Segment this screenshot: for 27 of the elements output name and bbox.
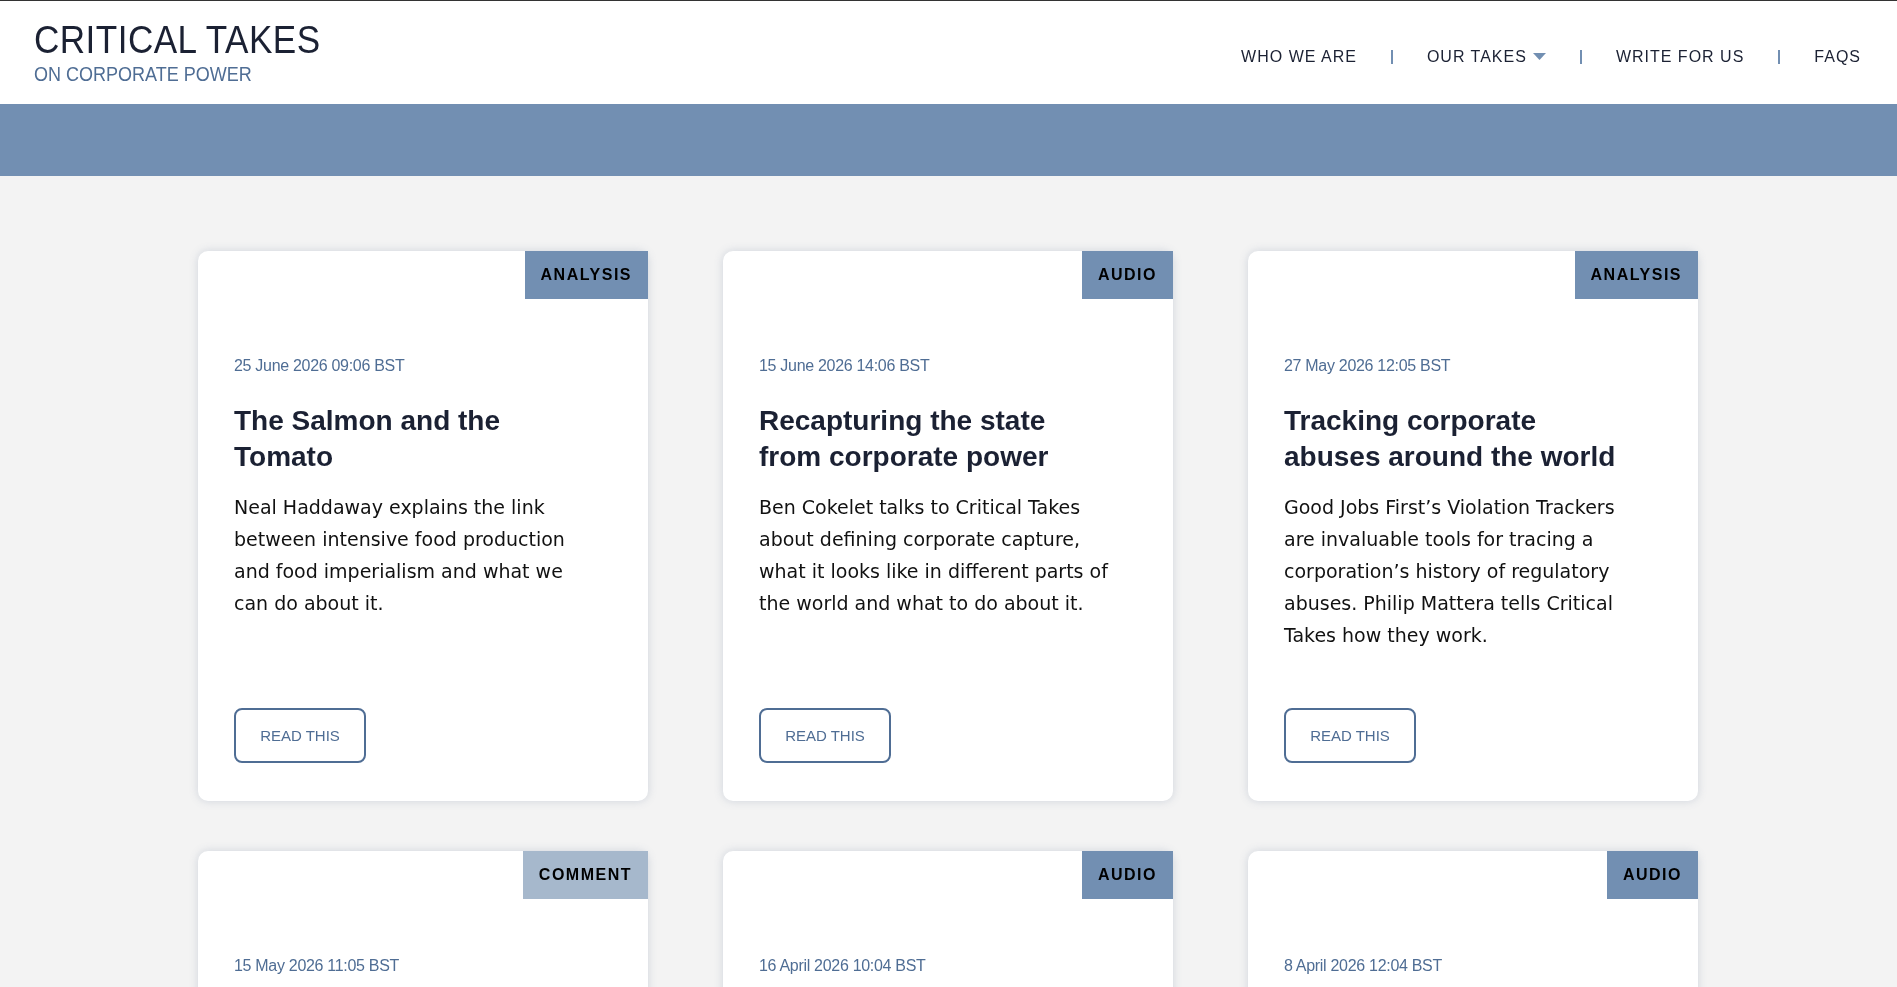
category-tag: ANALYSIS bbox=[1574, 251, 1698, 299]
category-tag: COMMENT bbox=[522, 851, 648, 899]
article-date: 15 June 2026 14:06 BST bbox=[759, 357, 931, 375]
article-summary: Ben Cokelet talks to Critical Takes about defining corporate capture, what it looks like in different parts of the world and what to do about it. bbox=[759, 495, 1110, 616]
article-date: 8 April 2026 12:04 BST bbox=[1284, 957, 1443, 975]
category-tag: AUDIO bbox=[1081, 851, 1173, 899]
article-summary: Good Jobs First’s Violation Trackers are invaluable tools for tracing a corporation’s history of regulatory abuses. Philip Mattera tells Critical Takes how they work. bbox=[1284, 495, 1616, 648]
nav-link[interactable]: FAQS bbox=[1814, 47, 1861, 66]
article-date: 25 June 2026 09:06 BST bbox=[234, 357, 406, 375]
article-title[interactable]: The Salmon and the Tomato bbox=[234, 403, 569, 475]
article-date: 27 May 2026 12:05 BST bbox=[1284, 357, 1452, 375]
article-summary: Neal Haddaway explains the link between intensive food production and food imperialism and what we can do about it. bbox=[234, 495, 566, 616]
category-tag: AUDIO bbox=[1081, 251, 1173, 299]
logo-title[interactable]: CRITICAL TAKES bbox=[34, 19, 321, 59]
article-date: 15 May 2026 11:05 BST bbox=[234, 957, 401, 975]
article-date: 16 April 2026 10:04 BST bbox=[759, 957, 927, 975]
nav-link[interactable]: WRITE FOR US bbox=[1615, 47, 1745, 66]
category-tag: AUDIO bbox=[1606, 851, 1698, 899]
read-button[interactable]: READ THIS bbox=[234, 708, 366, 763]
read-button[interactable]: READ THIS bbox=[759, 708, 891, 763]
article-title[interactable]: Recapturing the state from corporate power bbox=[759, 403, 1094, 475]
category-tag: ANALYSIS bbox=[524, 251, 648, 299]
article-title[interactable]: Tracking corporate abuses around the world bbox=[1284, 403, 1619, 475]
nav-link[interactable]: WHO WE ARE bbox=[1241, 47, 1357, 66]
logo-subtitle[interactable]: ON CORPORATE POWER bbox=[34, 62, 321, 86]
nav-link[interactable]: OUR TAKES bbox=[1426, 47, 1546, 66]
read-button[interactable]: READ THIS bbox=[1284, 708, 1416, 763]
